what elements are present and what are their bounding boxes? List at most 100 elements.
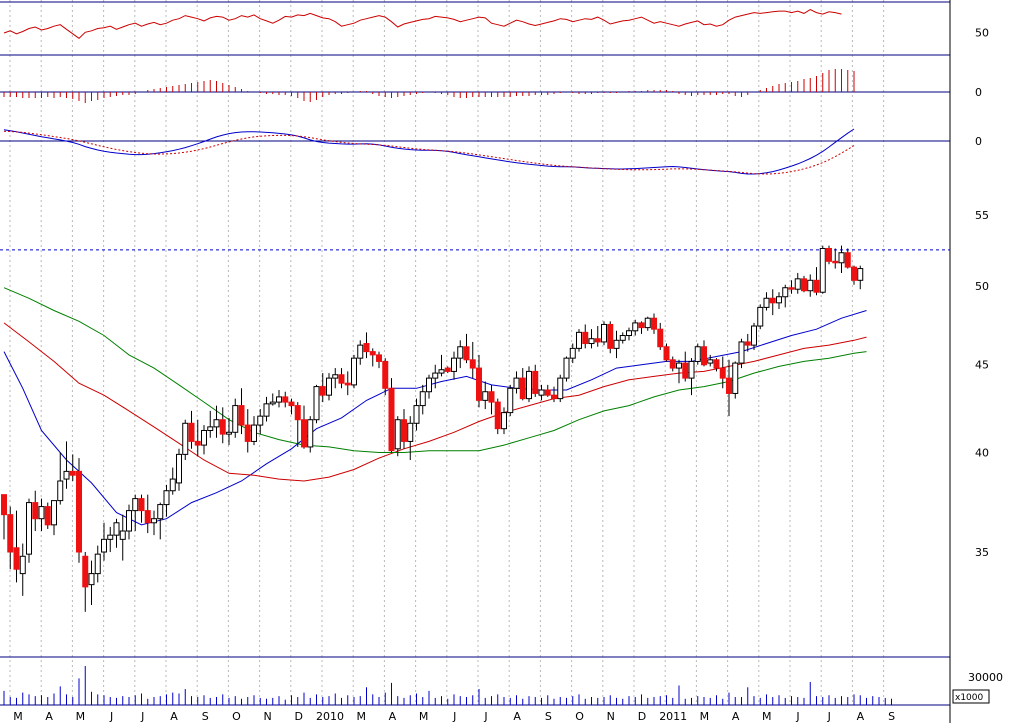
candle bbox=[507, 384, 514, 417]
candle-body-up bbox=[807, 279, 814, 292]
candle-body-down bbox=[607, 323, 614, 349]
price-tick-label: 50 bbox=[975, 280, 989, 293]
candle bbox=[132, 494, 139, 532]
candle bbox=[263, 396, 270, 422]
rsi-panel bbox=[3, 9, 842, 39]
candle bbox=[688, 358, 695, 396]
candle-body-down bbox=[238, 405, 245, 426]
candle bbox=[219, 407, 226, 444]
month-label: A bbox=[45, 710, 53, 723]
candle bbox=[94, 545, 101, 583]
candle-body-down bbox=[701, 346, 707, 366]
candle-body-up bbox=[207, 426, 214, 431]
candle bbox=[51, 500, 57, 536]
candle-body-up bbox=[257, 415, 264, 426]
candle bbox=[494, 398, 501, 435]
candle bbox=[588, 329, 595, 349]
candle-body-up bbox=[88, 573, 95, 586]
candle-body-up bbox=[38, 506, 45, 520]
price-tick-label: 55 bbox=[975, 209, 989, 222]
candle-body-up bbox=[482, 391, 489, 401]
month-label: N bbox=[263, 710, 271, 723]
candle-body-down bbox=[376, 354, 382, 362]
month-label: A bbox=[170, 710, 178, 723]
candle-body-up bbox=[838, 252, 845, 264]
candle-body-up bbox=[819, 247, 826, 293]
price-tick-label: 40 bbox=[975, 447, 989, 460]
candle-body-down bbox=[488, 391, 495, 403]
candle bbox=[38, 498, 45, 532]
month-label: 2011 bbox=[659, 710, 687, 723]
candle-body-up bbox=[626, 330, 632, 337]
candle-body-up bbox=[601, 323, 607, 343]
moving-average-line bbox=[3, 322, 867, 482]
candle bbox=[19, 543, 26, 596]
candle bbox=[676, 359, 682, 384]
candle-body-down bbox=[519, 377, 526, 400]
candle bbox=[519, 368, 526, 401]
candle-body-up bbox=[251, 424, 257, 442]
candle bbox=[857, 265, 864, 290]
candle-body-up bbox=[732, 362, 739, 394]
candle bbox=[188, 410, 195, 449]
candle-body-up bbox=[513, 377, 520, 389]
candle bbox=[607, 321, 614, 354]
candle-body-down bbox=[382, 360, 389, 389]
candle-body-down bbox=[463, 346, 470, 361]
candle-body-up bbox=[782, 287, 789, 298]
candle-body-up bbox=[694, 346, 701, 362]
candle bbox=[832, 248, 839, 269]
candle-body-up bbox=[757, 306, 764, 327]
candle bbox=[76, 458, 82, 563]
month-label: A bbox=[857, 710, 865, 723]
candle bbox=[426, 374, 432, 399]
candle bbox=[388, 378, 395, 453]
chart-canvas: M A M J J A S O N D 2010 M A M J J A S O N D 2011 M A M J J A S 50 0 0 3… bbox=[0, 0, 1003, 723]
candle bbox=[651, 313, 657, 334]
candle bbox=[707, 354, 714, 367]
candle-body-up bbox=[632, 322, 639, 332]
candle-body-up bbox=[688, 360, 695, 379]
candle bbox=[194, 419, 201, 457]
candle-body-up bbox=[157, 504, 164, 520]
candle-body-up bbox=[276, 396, 282, 403]
candle bbox=[294, 402, 301, 447]
candle bbox=[763, 292, 770, 311]
candle-body-down bbox=[551, 394, 557, 400]
candle bbox=[669, 356, 676, 372]
candle-body-up bbox=[857, 268, 864, 281]
candle bbox=[826, 245, 832, 265]
candle bbox=[32, 490, 39, 532]
month-label: A bbox=[513, 710, 521, 723]
candle bbox=[1, 494, 7, 540]
month-label: O bbox=[232, 710, 241, 723]
candle-body-down bbox=[469, 359, 476, 369]
month-label: M bbox=[76, 710, 86, 723]
candle bbox=[88, 560, 95, 605]
candle-body-up bbox=[26, 502, 32, 555]
candle-body-up bbox=[501, 412, 507, 430]
candle bbox=[226, 417, 232, 446]
candle bbox=[476, 354, 482, 408]
rsi-line bbox=[3, 9, 842, 39]
month-label: J bbox=[483, 710, 487, 723]
candle-body-down bbox=[301, 419, 307, 448]
candle-body-up bbox=[132, 498, 139, 512]
candle bbox=[801, 275, 807, 293]
candle bbox=[276, 390, 282, 408]
volume-tick-label: 30000 bbox=[968, 671, 1003, 684]
candle-body-down bbox=[82, 555, 89, 588]
macd-tick-label: 0 bbox=[975, 135, 982, 148]
candle-body-up bbox=[169, 478, 176, 492]
candle bbox=[288, 398, 295, 415]
month-label: 2010 bbox=[316, 710, 344, 723]
candle bbox=[363, 332, 370, 359]
month-label: M bbox=[356, 710, 366, 723]
candle-body-up bbox=[269, 401, 276, 405]
candle bbox=[619, 332, 626, 344]
candle bbox=[613, 330, 620, 359]
volume-unit-label: x1000 bbox=[955, 693, 984, 703]
candle bbox=[201, 425, 207, 455]
candle-body-down bbox=[319, 386, 326, 396]
candle-body-up bbox=[763, 297, 770, 308]
